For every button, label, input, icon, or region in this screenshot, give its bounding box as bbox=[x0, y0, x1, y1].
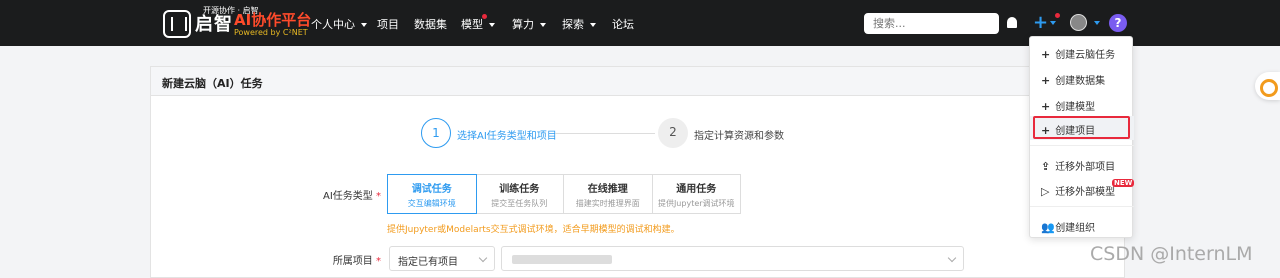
nav-item-explore[interactable]: 探索 bbox=[562, 16, 596, 32]
new-badge: NEW bbox=[1112, 179, 1135, 187]
play-icon: ▷ bbox=[1041, 185, 1050, 198]
plus-icon: + bbox=[1041, 48, 1051, 61]
highlight-box bbox=[1033, 116, 1130, 139]
card-subtitle: 提交至任务队列 bbox=[491, 199, 548, 208]
nav-item-datasets[interactable]: 数据集 bbox=[414, 16, 447, 32]
nav-label: 探索 bbox=[562, 18, 584, 31]
card-subtitle: 交互编辑环境 bbox=[407, 199, 456, 208]
plus-icon: + bbox=[1041, 74, 1051, 87]
menu-item-label: 创建模型 bbox=[1055, 102, 1096, 113]
project-label-text: 所属项目 bbox=[332, 256, 373, 267]
task-type-label-text: AI任务类型 bbox=[323, 191, 373, 202]
step-2-indicator: 2 bbox=[658, 118, 688, 148]
project-label: 所属项目 * bbox=[301, 252, 381, 267]
project-select[interactable] bbox=[501, 246, 964, 271]
chevron-down-icon bbox=[590, 23, 596, 27]
task-type-label: AI任务类型 * bbox=[301, 187, 381, 202]
nav-label: 项目 bbox=[377, 18, 399, 31]
powered-by: Powered by C²NET bbox=[234, 28, 308, 37]
task-type-general[interactable]: 通用任务 提供Jupyter调试环境 bbox=[653, 175, 741, 213]
menu-item-migrate-project[interactable]: ⇪ 迁移外部项目 bbox=[1030, 152, 1134, 176]
chevron-down-icon bbox=[947, 253, 957, 263]
nav-label: 论坛 bbox=[612, 18, 634, 31]
notification-dot-icon bbox=[1055, 13, 1060, 18]
chevron-down-icon bbox=[489, 23, 495, 27]
nav-label: 个人中心 bbox=[311, 18, 355, 31]
menu-item-create-dataset[interactable]: + 创建数据集 bbox=[1030, 66, 1134, 90]
menu-item-label: 创建云脑任务 bbox=[1055, 50, 1116, 61]
search-icon[interactable] bbox=[980, 17, 992, 29]
task-type-hint: 提供Jupyter或Modelarts交互式调试环境，适合早期模型的调试和构建。 bbox=[387, 225, 680, 235]
card-title: 通用任务 bbox=[676, 184, 717, 195]
platform-name[interactable]: AI协作平台 bbox=[234, 9, 311, 30]
nav-item-models[interactable]: 模型 bbox=[461, 16, 495, 32]
step-divider bbox=[555, 133, 655, 134]
menu-divider bbox=[1030, 145, 1134, 146]
nav-label: 算力 bbox=[512, 18, 534, 31]
task-type-train[interactable]: 训练任务 提交至任务队列 bbox=[476, 175, 564, 213]
help-icon[interactable]: ? bbox=[1109, 14, 1127, 32]
bell-icon[interactable] bbox=[1007, 17, 1017, 28]
menu-divider bbox=[1030, 206, 1134, 207]
task-type-selector: 调试任务 交互编辑环境 训练任务 提交至任务队列 在线推理 描建实时推理界面 通… bbox=[387, 174, 741, 214]
menu-item-label: 迁移外部项目 bbox=[1055, 162, 1116, 173]
card-title: 在线推理 bbox=[587, 184, 628, 195]
chevron-down-icon[interactable] bbox=[1050, 21, 1056, 25]
select-value: 指定已有项目 bbox=[398, 257, 458, 268]
nav-item-personal-center[interactable]: 个人中心 bbox=[311, 16, 367, 32]
avatar[interactable] bbox=[1070, 14, 1087, 31]
openi-logo-icon[interactable] bbox=[163, 10, 191, 38]
search-input[interactable] bbox=[864, 13, 999, 34]
floating-assistant-icon[interactable] bbox=[1255, 72, 1280, 100]
menu-item-label: 迁移外部模型 bbox=[1055, 187, 1116, 198]
nav-label: 模型 bbox=[461, 18, 483, 31]
chevron-down-icon[interactable] bbox=[1094, 21, 1100, 25]
nav-label: 数据集 bbox=[414, 18, 447, 31]
required-mark: * bbox=[376, 256, 381, 267]
watermark: CSDN @InternLM bbox=[1090, 243, 1253, 265]
task-type-debug[interactable]: 调试任务 交互编辑环境 bbox=[387, 174, 477, 214]
task-type-inference[interactable]: 在线推理 描建实时推理界面 bbox=[564, 175, 653, 213]
card-title: 训练任务 bbox=[499, 184, 540, 195]
menu-item-create-org[interactable]: 👥 创建组织 bbox=[1030, 213, 1134, 237]
plus-icon: + bbox=[1041, 100, 1051, 113]
blurred-project-name bbox=[512, 255, 612, 264]
step-1-indicator: 1 bbox=[421, 118, 451, 148]
menu-item-label: 创建数据集 bbox=[1055, 76, 1106, 87]
step-2-label: 指定计算资源和参数 bbox=[694, 131, 784, 142]
menu-item-create-cloud-task[interactable]: + 创建云脑任务 bbox=[1030, 40, 1134, 64]
step-1-label: 选择AI任务类型和项目 bbox=[457, 131, 557, 142]
nav-item-forum[interactable]: 论坛 bbox=[612, 16, 634, 32]
required-mark: * bbox=[376, 191, 381, 202]
menu-item-label: 创建组织 bbox=[1055, 223, 1096, 234]
chevron-down-icon bbox=[478, 253, 488, 263]
migrate-icon: ⇪ bbox=[1041, 160, 1051, 173]
card-title: 调试任务 bbox=[411, 184, 452, 195]
chevron-down-icon bbox=[361, 23, 367, 27]
menu-item-migrate-model[interactable]: ▷ 迁移外部模型 NEW bbox=[1030, 177, 1135, 201]
create-plus-icon[interactable]: + bbox=[1033, 12, 1048, 33]
project-source-select[interactable]: 指定已有项目 bbox=[389, 246, 495, 271]
page-title: 新建云脑（AI）任务 bbox=[151, 67, 1124, 96]
users-icon: 👥 bbox=[1041, 221, 1055, 234]
chevron-down-icon bbox=[540, 23, 546, 27]
nav-item-compute[interactable]: 算力 bbox=[512, 16, 546, 32]
card-subtitle: 描建实时推理界面 bbox=[575, 199, 640, 208]
notification-dot-icon bbox=[482, 14, 487, 19]
nav-item-projects[interactable]: 项目 bbox=[377, 16, 399, 32]
new-task-panel: 新建云脑（AI）任务 1 选择AI任务类型和项目 2 指定计算资源和参数 AI任… bbox=[150, 66, 1125, 278]
card-subtitle: 提供Jupyter调试环境 bbox=[657, 199, 735, 208]
menu-item-create-model[interactable]: + 创建模型 bbox=[1030, 92, 1134, 116]
logo-text[interactable]: 启智 bbox=[195, 10, 233, 36]
